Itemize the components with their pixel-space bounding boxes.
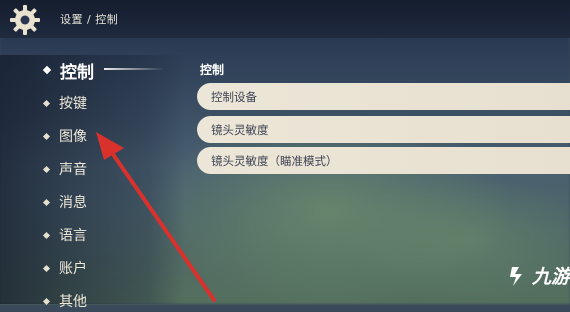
red-arrow-annotation <box>96 132 216 302</box>
watermark: 九游 <box>506 262 570 289</box>
jiuyou-logo-icon <box>510 266 522 286</box>
arrow-head <box>96 132 124 160</box>
watermark-text: 九游 <box>532 266 570 288</box>
arrow-shaft <box>108 148 216 302</box>
